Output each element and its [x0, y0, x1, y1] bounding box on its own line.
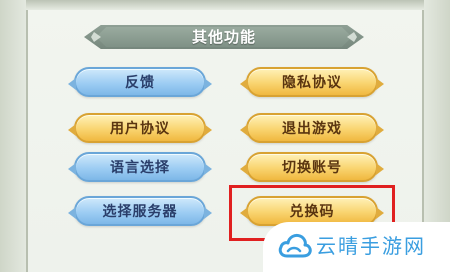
exit-game-button-label: 退出游戏	[282, 121, 342, 137]
button-wing-right	[376, 78, 384, 90]
watermark-text: 云晴手游网	[316, 234, 426, 258]
redeem-code-button-label: 兑换码	[289, 204, 335, 220]
select-server-button[interactable]: 选择服务器	[68, 196, 212, 226]
button-wing-right	[204, 78, 212, 90]
switch-account-button[interactable]: 切换账号	[240, 152, 384, 182]
privacy-policy-button[interactable]: 隐私协议	[240, 67, 384, 97]
button-wing-right	[204, 163, 212, 175]
button-wing-left	[68, 124, 76, 136]
exit-game-button[interactable]: 退出游戏	[240, 113, 384, 143]
button-wing-right	[204, 124, 212, 136]
button-wing-left	[68, 163, 76, 175]
user-agreement-button-label: 用户协议	[110, 121, 170, 137]
select-server-button-label: 选择服务器	[102, 204, 178, 220]
button-wing-left	[68, 78, 76, 90]
button-wing-right	[376, 124, 384, 136]
cloud-icon	[278, 233, 312, 258]
left-background-edge	[0, 0, 26, 272]
panel-title: 其他功能	[191, 28, 256, 46]
feedback-button-label: 反馈	[125, 75, 155, 91]
button-wing-right	[204, 207, 212, 219]
feedback-button[interactable]: 反馈	[68, 67, 212, 97]
switch-account-button-label: 切换账号	[282, 160, 342, 176]
language-select-button[interactable]: 语言选择	[68, 152, 212, 182]
button-wing-right	[376, 163, 384, 175]
button-wing-left	[240, 78, 248, 90]
privacy-policy-button-label: 隐私协议	[282, 75, 342, 91]
button-wing-left	[68, 207, 76, 219]
button-wing-left	[240, 163, 248, 175]
user-agreement-button[interactable]: 用户协议	[68, 113, 212, 143]
button-wing-left	[240, 124, 248, 136]
language-select-button-label: 语言选择	[110, 160, 170, 176]
panel-top-frame	[26, 0, 424, 10]
